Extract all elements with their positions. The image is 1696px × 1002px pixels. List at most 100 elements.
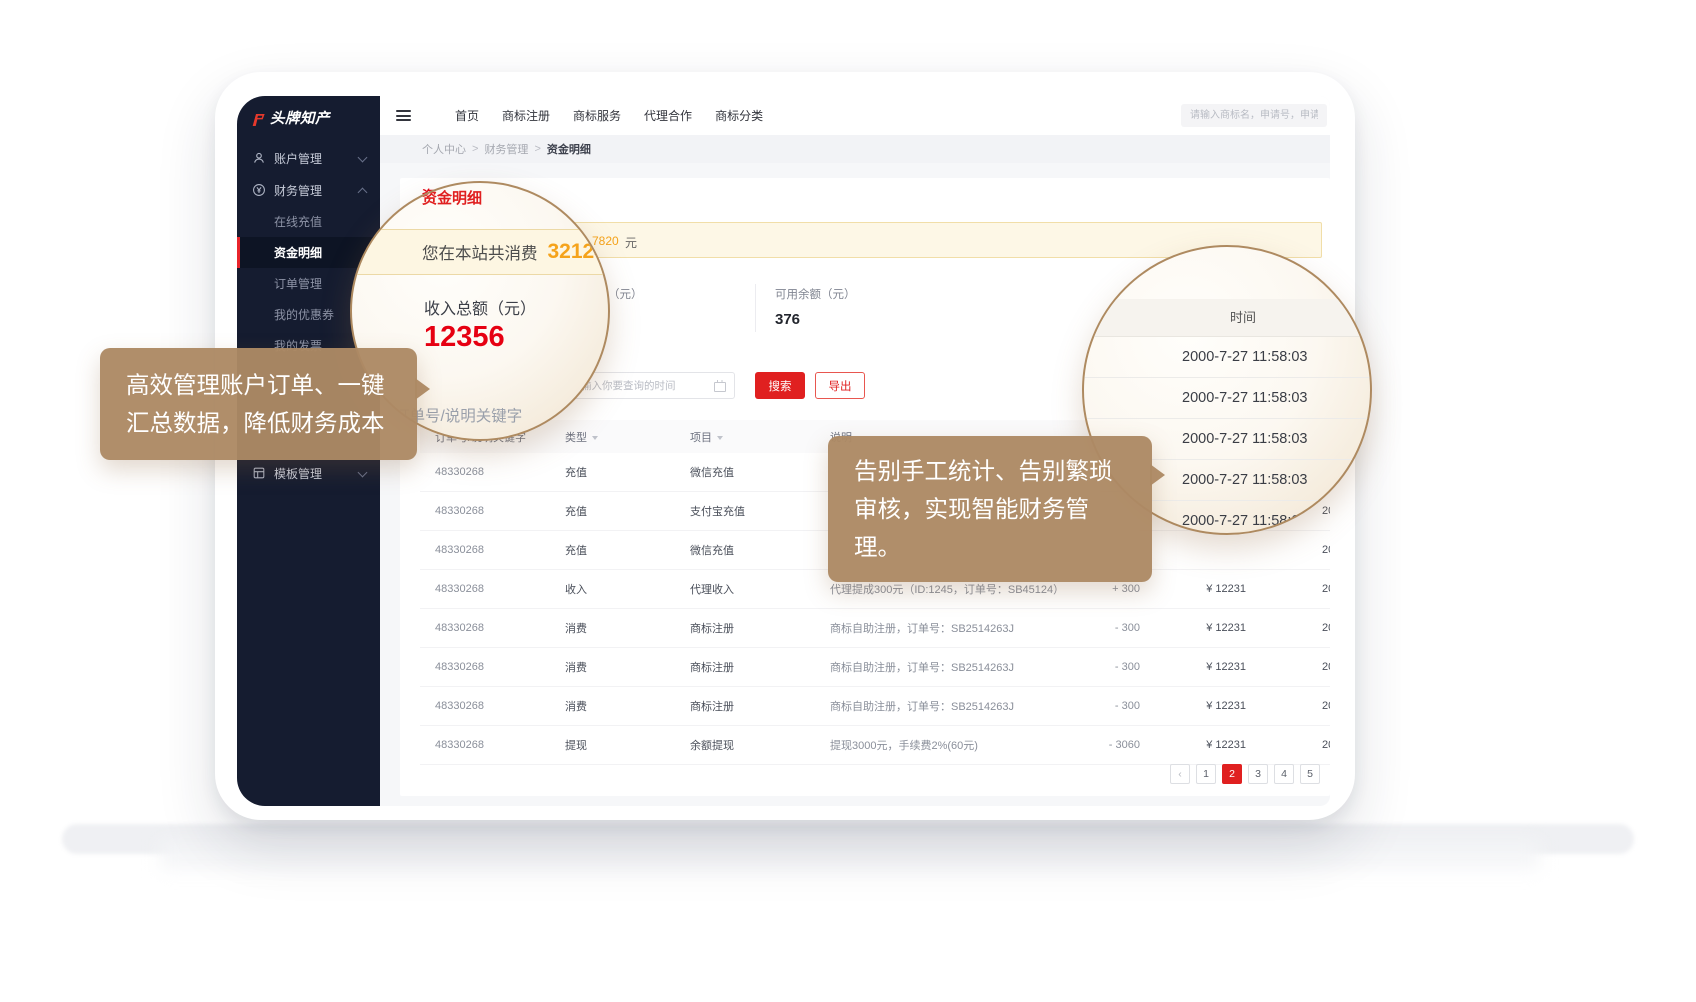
callout-left: 高效管理账户订单、一键汇总数据，降低财务成本 <box>100 348 417 460</box>
sidebar-item-label: 财务管理 <box>274 182 322 199</box>
cell-order: 48330268 <box>435 661 484 673</box>
cell-project: 商标注册 <box>690 698 734 714</box>
cell-type: 充值 <box>565 542 587 558</box>
search-button[interactable]: 搜索 <box>755 372 805 399</box>
cell-time: 2000-7-27 11:58:03 <box>1322 544 1330 556</box>
trademark-search-input[interactable] <box>1181 104 1327 127</box>
top-nav-links: 首页 商标注册 商标服务 代理合作 商标分类 <box>455 107 763 124</box>
breadcrumb: 个人中心 > 财务管理 > 资金明细 <box>380 135 1330 163</box>
cell-balance: ¥ 12231 <box>1160 661 1246 673</box>
breadcrumb-separator: > <box>472 143 478 155</box>
cell-type: 消费 <box>565 659 587 675</box>
pagination-page-3[interactable]: 3 <box>1248 764 1268 784</box>
notice-unit: 元 <box>625 234 637 251</box>
nav-item-home[interactable]: 首页 <box>455 107 479 124</box>
cell-order: 48330268 <box>435 739 484 751</box>
magnified-tab-title: 资金明细 <box>422 187 482 208</box>
cell-time: 2000-7-27 11:58:03 <box>1322 739 1330 751</box>
nav-item-trademark-register[interactable]: 商标注册 <box>502 107 550 124</box>
table-row: 48330268 消费 商标注册 商标自助注册，订单号：SB2514263J -… <box>420 609 1330 648</box>
sidebar-subitem-label: 订单管理 <box>274 275 322 292</box>
cell-amount: - 300 <box>1040 700 1140 712</box>
pagination-page-5[interactable]: 5 <box>1300 764 1320 784</box>
cell-project: 微信充值 <box>690 464 734 480</box>
breadcrumb-section[interactable]: 财务管理 <box>484 141 528 157</box>
callout-left-text: 高效管理账户订单、一键汇总数据，降低财务成本 <box>126 372 385 436</box>
pagination-page-4[interactable]: 4 <box>1274 764 1294 784</box>
chevron-down-icon <box>358 468 368 478</box>
stat-middle: （元） <box>608 286 643 302</box>
divider <box>755 284 756 332</box>
magnified-notice-text: 您在本站共消费 <box>422 240 538 264</box>
header-project[interactable]: 项目 <box>690 429 723 445</box>
cell-type: 充值 <box>565 464 587 480</box>
cell-project: 支付宝充值 <box>690 503 745 519</box>
magnified-notice-amount: 32124 <box>548 240 606 264</box>
cell-desc: 提现3000元，手续费2%(60元) <box>830 737 978 753</box>
sidebar-item-finance[interactable]: 财务管理 <box>237 174 380 206</box>
sidebar-item-account[interactable]: 账户管理 <box>237 142 380 174</box>
breadcrumb-current: 资金明细 <box>547 141 591 157</box>
table-row: 48330268 消费 商标注册 商标自助注册，订单号：SB2514263J -… <box>420 687 1330 726</box>
cell-type: 充值 <box>565 503 587 519</box>
brand-name: 头牌知产 <box>270 111 330 127</box>
brand-logo[interactable]: 头牌知产 <box>237 96 380 142</box>
callout-tail-icon <box>1150 464 1165 486</box>
nav-item-trademark-service[interactable]: 商标服务 <box>573 107 621 124</box>
pagination-page-1[interactable]: 1 <box>1196 764 1216 784</box>
sort-caret-icon <box>717 436 723 440</box>
cell-amount: - 300 <box>1040 622 1140 634</box>
table-row: 48330268 提现 余额提现 提现3000元，手续费2%(60元) - 30… <box>420 726 1330 765</box>
pagination: ‹ 1 2 3 4 5 <box>1170 764 1320 784</box>
cell-project: 微信充值 <box>690 542 734 558</box>
sidebar-item-label: 模板管理 <box>274 465 322 482</box>
cell-project: 商标注册 <box>690 659 734 675</box>
magnified-income-label: 收入总额（元） <box>424 295 536 319</box>
cell-order: 48330268 <box>435 466 484 478</box>
table-row: 48330268 消费 商标注册 商标自助注册，订单号：SB2514263J -… <box>420 648 1330 687</box>
stat-label: 可用余额（元） <box>775 286 856 302</box>
cell-project: 代理收入 <box>690 581 734 597</box>
breadcrumb-home[interactable]: 个人中心 <box>422 141 466 157</box>
cell-amount: + 300 <box>1040 583 1140 595</box>
pagination-prev[interactable]: ‹ <box>1170 764 1190 784</box>
cell-time: 2000-7-27 11:58:03 <box>1322 583 1330 595</box>
header-label: 类型 <box>565 432 587 444</box>
stat-value: 376 <box>775 311 856 328</box>
calendar-icon[interactable] <box>714 382 726 392</box>
cell-amount: - 300 <box>1040 661 1140 673</box>
nav-item-trademark-category[interactable]: 商标分类 <box>715 107 763 124</box>
export-button[interactable]: 导出 <box>815 372 865 399</box>
callout-right-text: 告别手工统计、告别繁琐审核，实现智能财务管理。 <box>854 458 1113 560</box>
pagination-page-2[interactable]: 2 <box>1222 764 1242 784</box>
sidebar-subitem-label: 资金明细 <box>274 244 322 261</box>
cell-project: 商标注册 <box>690 620 734 636</box>
sidebar-subitem-label: 在线充值 <box>274 213 322 230</box>
nav-item-agency[interactable]: 代理合作 <box>644 107 692 124</box>
header-type[interactable]: 类型 <box>565 429 598 445</box>
sidebar-item-template[interactable]: 模板管理 <box>237 457 380 489</box>
cell-amount: - 3060 <box>1040 739 1140 751</box>
template-icon <box>252 466 266 480</box>
cell-desc: 商标自助注册，订单号：SB2514263J <box>830 698 1014 714</box>
chevron-down-icon <box>358 153 368 163</box>
finance-icon <box>252 183 266 197</box>
sidebar-item-label: 账户管理 <box>274 150 322 167</box>
cell-order: 48330268 <box>435 544 484 556</box>
magnified-time-header: 时间 <box>1084 299 1370 337</box>
cell-type: 消费 <box>565 698 587 714</box>
header-label: 项目 <box>690 432 712 444</box>
magnified-notice: 您在本站共消费 32124 <box>350 229 610 275</box>
stat-balance: 可用余额（元） 376 <box>775 286 856 328</box>
cell-type: 消费 <box>565 620 587 636</box>
callout-right: 告别手工统计、告别繁琐审核，实现智能财务管理。 <box>828 436 1152 582</box>
sort-caret-icon <box>592 436 598 440</box>
date-filter <box>570 372 735 399</box>
hamburger-icon[interactable] <box>396 107 411 123</box>
user-icon <box>252 151 266 165</box>
brand-logo-icon <box>250 112 264 126</box>
breadcrumb-separator: > <box>534 143 540 155</box>
laptop-base-shadow <box>160 842 1540 868</box>
page-background: 头牌知产 账户管理 <box>0 0 1696 1002</box>
cell-order: 48330268 <box>435 505 484 517</box>
